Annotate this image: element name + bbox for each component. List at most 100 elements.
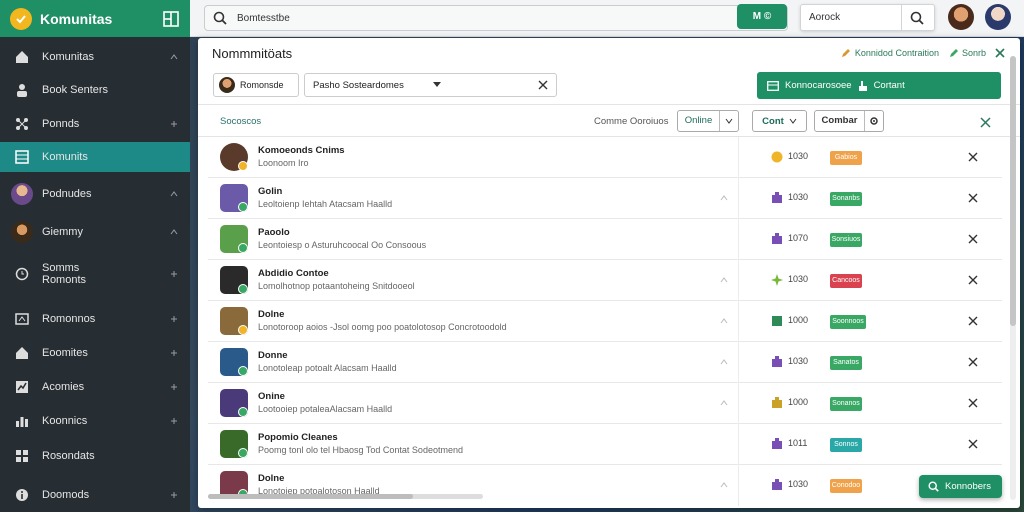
- sidebar-item-label: Komunits: [42, 151, 88, 163]
- panel-title: Nommmitöats: [212, 45, 293, 61]
- remove-icon[interactable]: [968, 357, 978, 367]
- list-item[interactable]: Popomio Cleanes Poomg tonl olo tel Hbaos…: [208, 424, 1002, 465]
- member-count: 1030: [788, 356, 809, 366]
- list-item[interactable]: Donne Lonotoleap potoalt Alacsam Haalld …: [208, 342, 1002, 383]
- list-item[interactable]: Dolne Lonotoiep potoalotoson Haalld 1030…: [208, 465, 1002, 506]
- sidebar-item-rosondats[interactable]: Rosondats: [0, 441, 190, 471]
- plus-icon[interactable]: [170, 349, 178, 357]
- search-input[interactable]: [237, 12, 779, 24]
- sidebar-item-komunits[interactable]: Komunits: [0, 142, 190, 172]
- chevron-up-icon[interactable]: [720, 359, 728, 365]
- avatar[interactable]: [948, 4, 974, 30]
- sidebar-item-podnudes[interactable]: Podnudes: [0, 179, 190, 209]
- sidebar-item-giemmy[interactable]: Giemmy: [0, 217, 190, 247]
- members-search-button[interactable]: Konnobers: [919, 475, 1002, 498]
- remove-icon[interactable]: [968, 275, 978, 285]
- status-tag: Sanatos: [830, 356, 862, 370]
- clear-icon[interactable]: [538, 80, 548, 90]
- chevron-up-icon[interactable]: [170, 53, 178, 61]
- scrollbar-thumb[interactable]: [208, 494, 413, 499]
- list-item[interactable]: Komoeonds Cnims Loonoom Iro 1030 Gabios: [208, 137, 1002, 178]
- avatar: [219, 77, 235, 93]
- plus-icon[interactable]: [170, 315, 178, 323]
- chevron-up-icon[interactable]: [720, 318, 728, 324]
- home-icon: [14, 345, 30, 361]
- member-desc: Poomg tonl olo tel Hbaosg Tod Contat Sod…: [258, 445, 463, 455]
- member-list: Komoeonds Cnims Loonoom Iro 1030 Gabios …: [208, 137, 1002, 506]
- chevron-up-icon[interactable]: [720, 482, 728, 488]
- contribution-link[interactable]: Konnidod Contraition: [841, 48, 939, 58]
- member-desc: Leontoiesp o Asturuhcoocal Oo Consoous: [258, 240, 427, 250]
- secondary-search[interactable]: [800, 4, 935, 31]
- plus-icon[interactable]: [170, 491, 178, 499]
- puzzle-icon: [772, 479, 782, 490]
- app-name: Komunitas: [40, 10, 113, 27]
- close-icon[interactable]: [994, 47, 1006, 59]
- list-item[interactable]: Golin Leoltoienp Iehtah Atacsam Haalld 1…: [208, 178, 1002, 219]
- member-count: 1030: [788, 151, 809, 161]
- sidebar-item-doomods[interactable]: Doomods: [0, 480, 190, 510]
- plus-icon[interactable]: [170, 383, 178, 391]
- brand-bar: Komunitas: [0, 0, 190, 37]
- search-icon[interactable]: [902, 11, 932, 25]
- divider: [738, 465, 739, 506]
- sidebar-item-label: Acomies: [42, 381, 85, 393]
- chevron-up-icon[interactable]: [720, 400, 728, 406]
- avatar: [11, 183, 33, 205]
- list-item[interactable]: Dolne Lonotoroop aoios -Jsol oomg poo po…: [208, 301, 1002, 342]
- remove-icon[interactable]: [968, 316, 978, 326]
- plus-icon[interactable]: [170, 417, 178, 425]
- sidebar: Komunitas Komunitas Book Senters Ponnds …: [0, 0, 190, 512]
- user-filter-chip[interactable]: Romonsde: [213, 73, 299, 97]
- sidebar-item-koonnics[interactable]: Koonnics: [0, 406, 190, 436]
- plus-icon[interactable]: [170, 270, 178, 278]
- scrollbar-thumb[interactable]: [1010, 56, 1016, 326]
- secondary-search-input[interactable]: [801, 12, 901, 23]
- sort-link[interactable]: Sonrb: [949, 48, 986, 58]
- divider: [738, 137, 739, 178]
- online-filter-value: Online: [678, 111, 720, 131]
- sidebar-item-ponnds[interactable]: Ponnds: [0, 109, 190, 139]
- remove-icon[interactable]: [968, 398, 978, 408]
- toolbar-left-label: Socoscos: [220, 116, 262, 127]
- list-item[interactable]: Onine Lootooiep potaleaAlacsam Haalld 10…: [208, 383, 1002, 424]
- list-item[interactable]: Abdidio Contoe Lomolhotnop potaantoheing…: [208, 260, 1002, 301]
- contact-button[interactable]: Konnocarosoee Cortant: [757, 72, 1001, 99]
- close-icon[interactable]: [980, 117, 991, 128]
- online-filter-dropdown[interactable]: Online: [677, 110, 739, 132]
- remove-icon[interactable]: [968, 152, 978, 162]
- puzzle-icon: [772, 316, 782, 326]
- divider: [738, 219, 739, 260]
- sidebar-item-eoomites[interactable]: Eoomites: [0, 338, 190, 368]
- chevron-up-icon[interactable]: [170, 190, 178, 198]
- layout-toggle-icon[interactable]: [162, 10, 180, 28]
- plus-icon[interactable]: [170, 120, 178, 128]
- sidebar-item-somms[interactable]: Somms Romonts: [0, 255, 190, 293]
- puzzle-icon: [772, 438, 782, 449]
- vertical-scrollbar[interactable]: [1010, 56, 1016, 500]
- remove-icon[interactable]: [968, 439, 978, 449]
- contact-filter-dropdown[interactable]: Combar: [814, 110, 884, 132]
- chevron-up-icon[interactable]: [720, 277, 728, 283]
- sidebar-item-komunitas[interactable]: Komunitas: [0, 42, 190, 72]
- sidebar-item-romonnos[interactable]: Romonnos: [0, 304, 190, 334]
- sidebar-item-book-senters[interactable]: Book Senters: [0, 75, 190, 105]
- sidebar-item-label: Komunitas: [42, 51, 94, 63]
- divider: [738, 342, 739, 383]
- search-box[interactable]: [204, 5, 788, 31]
- sidebar-item-acomies[interactable]: Acomies: [0, 372, 190, 402]
- count-filter-dropdown[interactable]: Cont: [752, 110, 807, 132]
- remove-icon[interactable]: [968, 234, 978, 244]
- remove-icon[interactable]: [968, 193, 978, 203]
- chevron-up-icon[interactable]: [720, 195, 728, 201]
- member-desc: Loonoom Iro: [258, 158, 309, 168]
- sort-select[interactable]: Pasho Sosteardomes: [304, 73, 557, 97]
- avatar[interactable]: [985, 4, 1011, 30]
- member-name: Onine: [258, 391, 285, 402]
- search-go-button[interactable]: M ©: [737, 4, 787, 29]
- list-item[interactable]: Paoolo Leontoiesp o Asturuhcoocal Oo Con…: [208, 219, 1002, 260]
- member-count: 1000: [788, 315, 809, 325]
- horizontal-scrollbar[interactable]: [208, 494, 483, 499]
- chevron-up-icon[interactable]: [170, 228, 178, 236]
- network-icon: [14, 116, 30, 132]
